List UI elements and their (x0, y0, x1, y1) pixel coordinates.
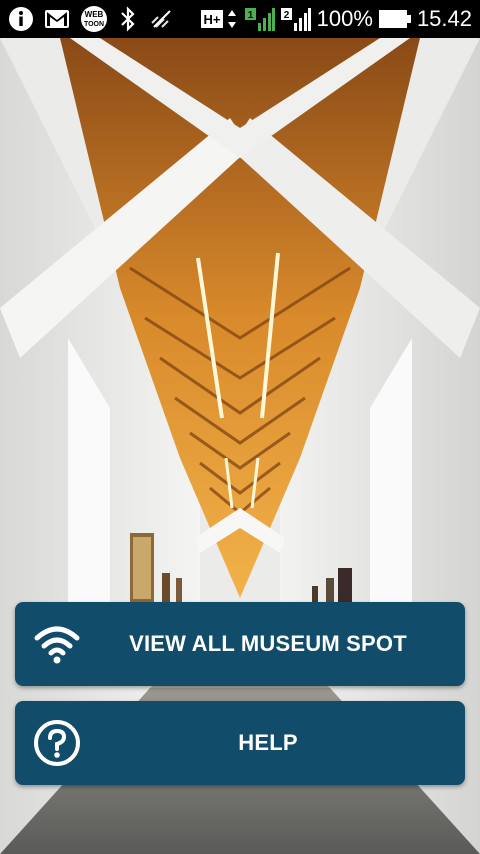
signal-icon: 2 (280, 5, 311, 33)
status-bar: WEB TOON H+ 1 2 100% 15.42 (0, 0, 480, 38)
battery-icon (378, 10, 411, 28)
signal-icon: 1 (244, 5, 275, 33)
clock: 15.42 (416, 6, 472, 31)
info-icon (8, 6, 34, 32)
sim2-label: 2 (283, 10, 289, 21)
view-all-museum-spot-label: VIEW ALL MUSEUM SPOT (129, 631, 407, 656)
help-button[interactable]: HELP (15, 701, 465, 785)
help-icon (33, 719, 81, 767)
network-updown-icon: H+ (200, 6, 239, 32)
svg-text:H+: H+ (203, 12, 220, 27)
help-label: HELP (238, 730, 298, 755)
gmail-icon (44, 9, 70, 29)
sim1-label: 1 (247, 10, 253, 21)
battery-percent: 100% (316, 6, 373, 31)
mute-icon (148, 7, 172, 31)
svg-text:TOON: TOON (84, 21, 104, 28)
bluetooth-icon (118, 6, 138, 32)
view-all-museum-spot-button[interactable]: VIEW ALL MUSEUM SPOT (15, 602, 465, 686)
wifi-icon (33, 620, 81, 668)
webtoon-icon: WEB TOON (80, 5, 108, 33)
svg-text:WEB: WEB (85, 10, 104, 19)
